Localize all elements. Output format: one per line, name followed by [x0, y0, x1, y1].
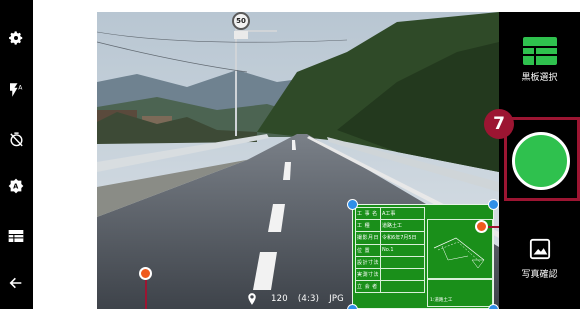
svg-text:A: A: [13, 183, 19, 191]
row-value: No.1: [380, 243, 425, 257]
camera-info-bar: 120 (4:3) JPG: [247, 291, 344, 307]
photo-gallery-icon: [529, 238, 550, 260]
blackboard-note-text: 1:道路土工: [430, 298, 453, 303]
blackboard-note: 1:道路土工: [427, 279, 493, 307]
back-arrow-icon[interactable]: [5, 272, 27, 294]
blackboard-row: 位 置 No.1: [354, 243, 425, 257]
callout-number-badge: 7: [484, 109, 514, 139]
row-key: 設計寸法: [354, 255, 382, 269]
board-select-icon: [522, 37, 557, 65]
row-key: 工 事 名: [354, 206, 382, 221]
row-value: [380, 255, 425, 269]
photo-check-label: 写真確認: [521, 270, 558, 280]
board-resize-handle-bottom-right[interactable]: [488, 304, 499, 309]
resolution-text: 120: [271, 294, 288, 304]
row-key: 工 種: [354, 219, 382, 233]
sign-plate: [234, 31, 248, 39]
row-value: 令和6年7月5日: [380, 231, 425, 245]
blackboard-row: 工 種道路土工: [354, 219, 425, 233]
blackboard-row: 工 事 名 A工事: [354, 206, 425, 221]
callout-number: 7: [493, 114, 505, 134]
blackboard-table: 工 事 名 A工事 工 種道路土工 撮影月日 令和6年7月5日 位 置 No.1 設計…: [354, 206, 425, 294]
aspect-ratio-text: (4:3): [297, 294, 320, 304]
speed-limit-value: 50: [236, 17, 246, 25]
board-select-label: 黒板選択: [521, 73, 558, 83]
row-value: A工事: [380, 206, 425, 221]
callout-marker-board: [475, 220, 488, 233]
file-format-text: JPG: [329, 294, 344, 304]
row-key: 位 置: [354, 243, 382, 257]
callout-marker-preview: [139, 267, 152, 280]
camera-preview[interactable]: 50 120 (4:3) JPG 工 事 名 A工事 工 種道路土工 撮影月日 令和…: [97, 12, 499, 309]
board-resize-handle-top-right[interactable]: [488, 199, 499, 210]
auto-mode-icon[interactable]: A: [5, 175, 27, 197]
shutter-button[interactable]: [512, 132, 570, 190]
speed-limit-sign: 50: [232, 12, 250, 30]
blackboard-row: 設計寸法: [354, 255, 425, 269]
callout-line-preview: [145, 280, 147, 309]
flash-auto-icon[interactable]: A: [5, 79, 27, 101]
row-value: [380, 267, 425, 282]
location-pin-icon: [247, 293, 257, 305]
settings-icon[interactable]: [5, 27, 27, 49]
row-value: 道路土工: [380, 219, 425, 233]
blackboard-row: 実測寸法: [354, 267, 425, 282]
photo-check-button[interactable]: 写真確認: [499, 238, 580, 280]
blackboard-row: 撮影月日 令和6年7月5日: [354, 231, 425, 245]
row-key: 立 会 者: [354, 280, 382, 294]
board-select-button[interactable]: 黒板選択: [499, 37, 580, 83]
timer-off-icon[interactable]: [5, 128, 27, 150]
left-toolbar: A A: [0, 0, 33, 309]
board-resize-handle-bottom-left[interactable]: [347, 304, 358, 309]
svg-text:A: A: [18, 84, 23, 91]
row-key: 撮影月日: [354, 231, 382, 245]
row-value: [380, 280, 425, 294]
row-key: 実測寸法: [354, 267, 382, 282]
board-resize-handle-top-left[interactable]: [347, 199, 358, 210]
blackboard-row: 立 会 者: [354, 280, 425, 294]
electronic-blackboard[interactable]: 工 事 名 A工事 工 種道路土工 撮影月日 令和6年7月5日 位 置 No.1 設計…: [352, 204, 494, 309]
blackboard-icon[interactable]: [5, 225, 27, 247]
